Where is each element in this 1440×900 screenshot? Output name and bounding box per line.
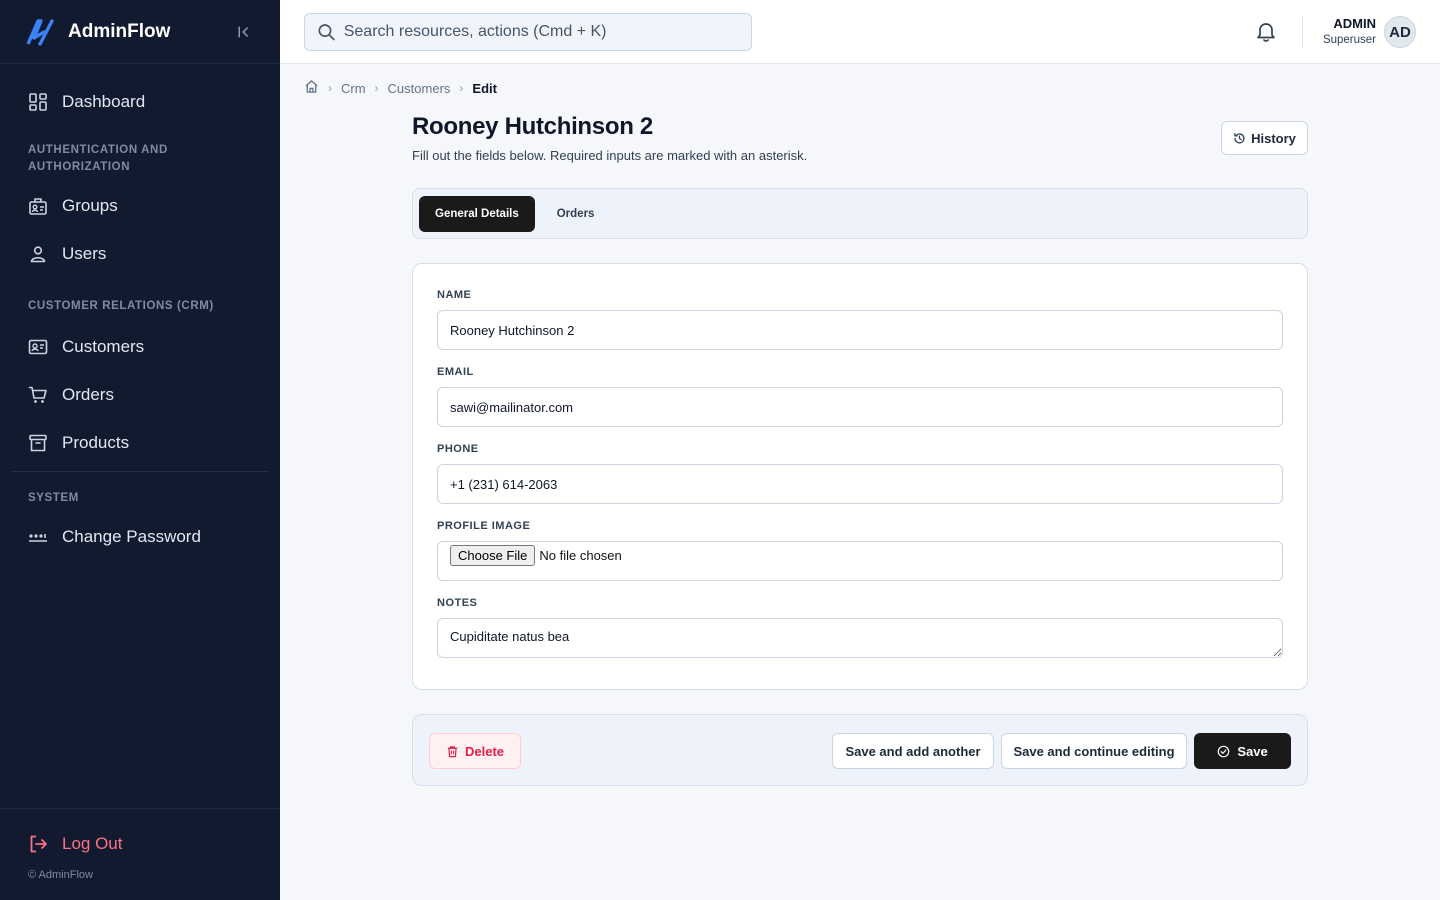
sidebar-item-label: Orders (62, 385, 114, 404)
id-card-icon (28, 339, 48, 355)
user-role: Superuser (1322, 34, 1376, 46)
name-field-group: Name (437, 288, 1283, 350)
profile-image-field-group: Profile image Choose File No file chosen (437, 519, 1283, 581)
notifications-button[interactable] (1254, 20, 1278, 44)
save-button[interactable]: Save (1194, 733, 1291, 769)
notes-field-group: Notes Cupiditate natus bea (437, 596, 1283, 663)
app-name: AdminFlow (68, 20, 171, 42)
form-actions: Delete Save and add another Save and con… (412, 714, 1308, 786)
nav-divider (12, 471, 268, 472)
chevron-right-icon: › (328, 81, 332, 95)
logout-button[interactable]: Log Out (0, 829, 280, 859)
sidebar-item-groups[interactable]: Groups (0, 182, 280, 230)
password-icon (29, 534, 47, 542)
email-label: Email (437, 366, 474, 378)
sidebar-nav: Dashboard AUTHENTICATION AND AUTHORIZATI… (0, 64, 280, 561)
logout-label: Log Out (62, 834, 123, 853)
groups-icon (29, 198, 47, 215)
page-title: Rooney Hutchinson 2 (412, 113, 653, 140)
bell-icon (1257, 23, 1275, 42)
sidebar-item-users[interactable]: Users (0, 230, 280, 278)
phone-input[interactable] (437, 464, 1283, 504)
sidebar-item-label: Products (62, 433, 130, 452)
breadcrumb-home[interactable] (304, 79, 319, 97)
search-box[interactable] (304, 13, 752, 51)
delete-button[interactable]: Delete (429, 733, 521, 769)
history-icon (1234, 132, 1245, 144)
sidebar: AdminFlow Dashboard AUTHENTICATION AND A… (0, 0, 280, 900)
trash-icon (447, 745, 458, 757)
form-card: Name Email Phone Profile image Choose Fi… (412, 263, 1308, 690)
file-status: No file chosen (539, 548, 622, 563)
breadcrumb-current: Edit (472, 80, 497, 96)
home-icon (305, 80, 318, 93)
email-field-group: Email (437, 365, 1283, 427)
avatar[interactable]: AD (1384, 16, 1416, 48)
sidebar-item-change-password[interactable]: Change Password (0, 513, 280, 561)
name-input[interactable] (437, 310, 1283, 350)
sidebar-item-label: Groups (62, 196, 118, 215)
cart-icon (28, 386, 47, 403)
nav-section-system: SYSTEM (28, 492, 79, 504)
sidebar-item-label: Customers (62, 337, 145, 356)
check-circle-icon (1218, 745, 1230, 757)
sidebar-item-label: Users (62, 244, 107, 263)
history-label: History (1251, 130, 1296, 146)
tab-bar: General Details Orders (412, 188, 1308, 239)
search-icon (318, 24, 335, 41)
profile-image-input[interactable]: Choose File No file chosen (437, 541, 1283, 581)
collapse-sidebar-button[interactable] (234, 22, 254, 42)
choose-file-button[interactable]: Choose File (450, 545, 536, 566)
archive-box-icon (29, 434, 47, 452)
phone-label: Phone (437, 443, 479, 455)
nav-section-auth: AUTHENTICATION AND AUTHORIZATION (28, 144, 168, 173)
tab-general-details[interactable]: General Details (419, 196, 535, 232)
tab-orders[interactable]: Orders (541, 196, 611, 232)
nav-section-crm: CUSTOMER RELATIONS (CRM) (28, 300, 214, 312)
breadcrumb-customers[interactable]: Customers (388, 81, 451, 96)
save-and-continue-button[interactable]: Save and continue editing (1001, 733, 1187, 769)
topbar: ADMIN Superuser AD (280, 0, 1440, 64)
phone-field-group: Phone (437, 442, 1283, 504)
sidebar-item-label: Change Password (62, 527, 201, 546)
profile-image-label: Profile image (437, 520, 531, 532)
sidebar-item-orders[interactable]: Orders (0, 371, 280, 419)
save-and-add-another-button[interactable]: Save and add another (832, 733, 994, 769)
history-button[interactable]: History (1221, 121, 1308, 155)
save-label: Save (1237, 743, 1268, 759)
sidebar-item-customers[interactable]: Customers (0, 323, 280, 371)
logout-icon (30, 835, 47, 853)
user-name: ADMIN (1333, 16, 1376, 31)
name-label: Name (437, 289, 472, 301)
sidebar-item-products[interactable]: Products (0, 419, 280, 467)
topbar-divider (1302, 16, 1303, 48)
sidebar-item-label: Dashboard (62, 92, 146, 111)
dashboard-icon (29, 93, 47, 111)
sidebar-item-dashboard[interactable]: Dashboard (0, 78, 280, 126)
search-input[interactable] (343, 23, 739, 41)
breadcrumb-crm[interactable]: Crm (341, 81, 366, 96)
notes-label: Notes (437, 597, 478, 609)
notes-textarea[interactable]: Cupiditate natus bea (437, 618, 1283, 658)
email-input[interactable] (437, 387, 1283, 427)
adminflow-logo-icon (26, 18, 54, 46)
chevron-right-icon: › (374, 81, 379, 95)
page-subtitle: Fill out the fields below. Required inpu… (412, 148, 808, 163)
collapse-sidebar-icon (238, 25, 248, 38)
user-icon (30, 246, 46, 263)
delete-label: Delete (464, 743, 505, 759)
brand: AdminFlow (0, 0, 280, 64)
chevron-right-icon: › (459, 81, 464, 95)
breadcrumb: › Crm › Customers › Edit (304, 79, 497, 97)
sidebar-footer: Log Out © AdminFlow (0, 808, 280, 900)
copyright-text: © AdminFlow (28, 869, 93, 881)
user-info[interactable]: ADMIN Superuser (1323, 15, 1376, 48)
